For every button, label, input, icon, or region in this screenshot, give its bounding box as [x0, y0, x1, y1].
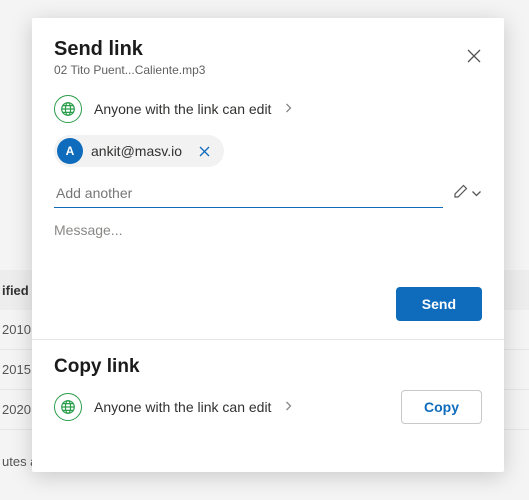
chevron-right-icon: [285, 103, 292, 116]
pencil-icon: [453, 183, 469, 204]
edit-permission-button[interactable]: [453, 183, 482, 204]
share-dialog: Send link 02 Tito Puent...Caliente.mp3 A…: [32, 18, 504, 472]
copy-link-title: Copy link: [54, 356, 482, 378]
copy-link-permission-row[interactable]: Anyone with the link can edit: [54, 393, 292, 421]
chevron-right-icon: [285, 401, 292, 414]
globe-icon: [54, 95, 82, 123]
dialog-title: Send link: [54, 38, 482, 61]
avatar: A: [57, 138, 83, 164]
permission-text: Anyone with the link can edit: [94, 101, 271, 117]
close-button[interactable]: [460, 44, 488, 72]
close-icon: [467, 49, 481, 68]
remove-recipient-button[interactable]: [194, 140, 216, 162]
dialog-filename: 02 Tito Puent...Caliente.mp3: [54, 63, 482, 77]
copy-permission-text: Anyone with the link can edit: [94, 399, 271, 415]
copy-button[interactable]: Copy: [401, 390, 482, 424]
recipient-email: ankit@masv.io: [91, 143, 182, 159]
message-input[interactable]: [54, 222, 482, 272]
link-permission-row[interactable]: Anyone with the link can edit: [32, 87, 504, 135]
recipient-chip: A ankit@masv.io: [54, 135, 224, 167]
chevron-down-icon: [471, 185, 482, 203]
globe-icon: [54, 393, 82, 421]
add-recipient-input[interactable]: [54, 179, 443, 208]
send-button[interactable]: Send: [396, 287, 482, 321]
close-icon: [199, 146, 210, 157]
